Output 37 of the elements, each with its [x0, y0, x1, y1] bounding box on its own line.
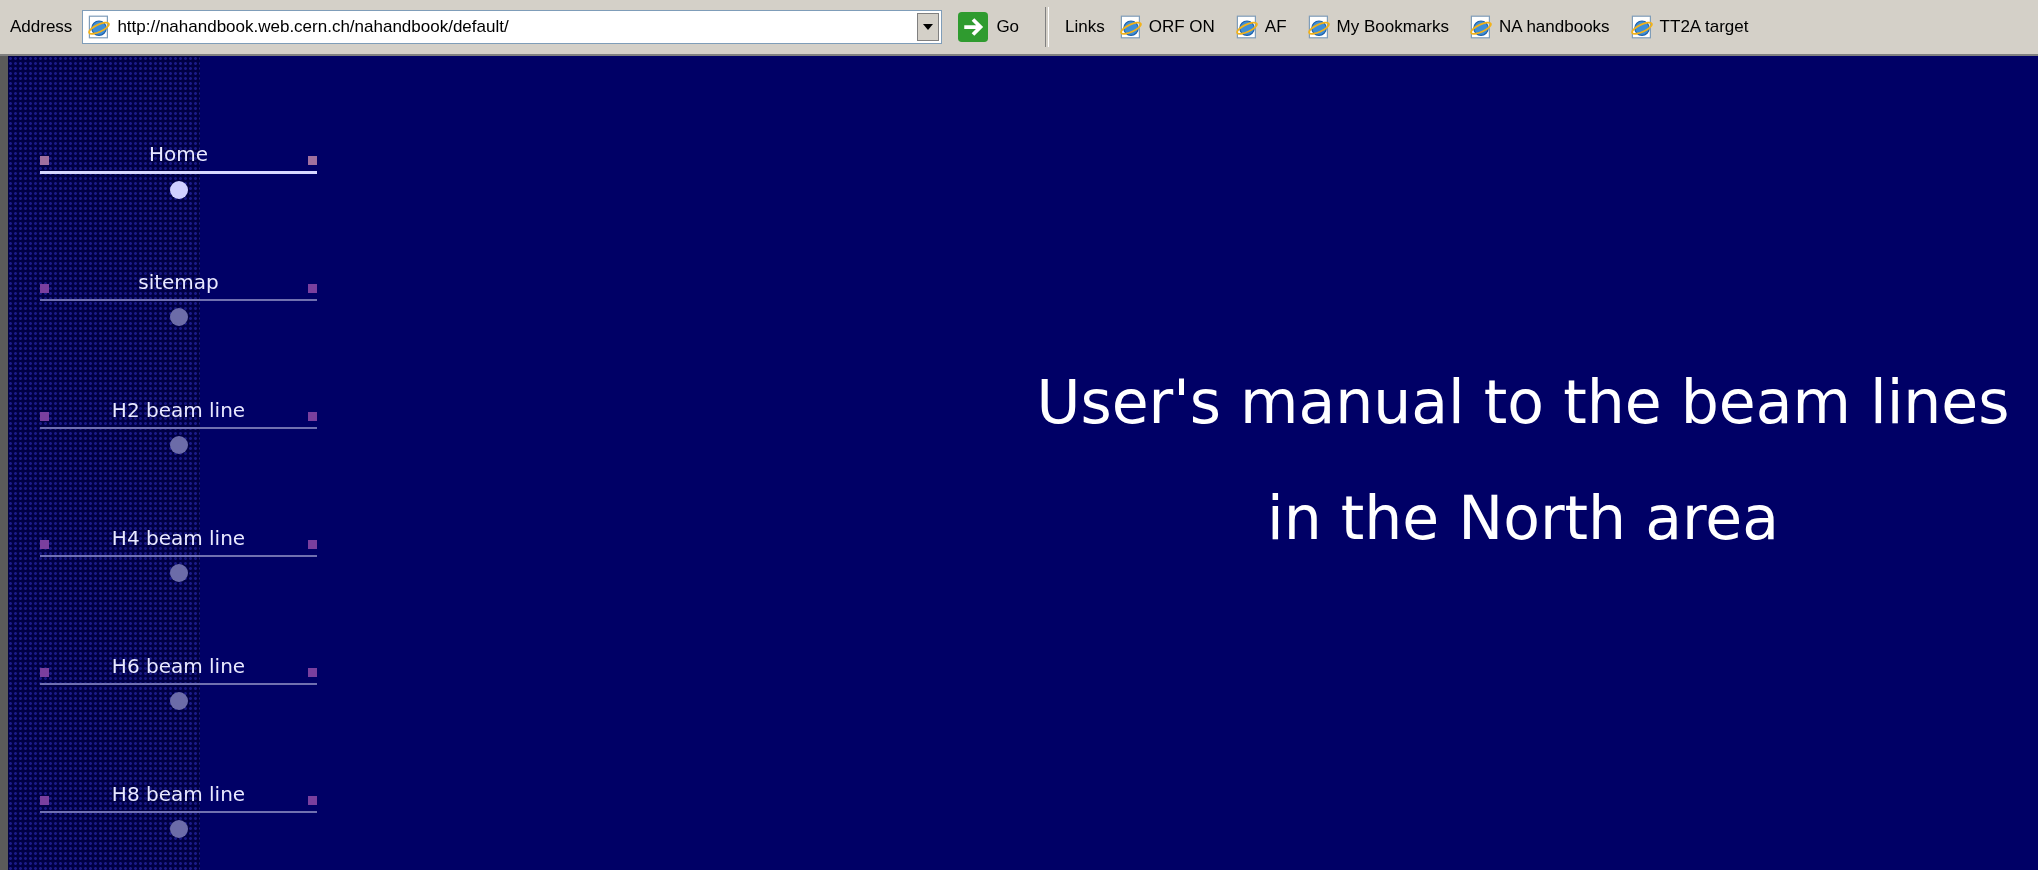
square-icon	[308, 412, 317, 421]
go-button[interactable]: Go	[950, 10, 1032, 44]
nav-link[interactable]: H4 beam line	[111, 526, 246, 555]
square-icon	[40, 156, 49, 165]
links-label: Links	[1064, 17, 1106, 37]
globe-icon	[1629, 15, 1654, 39]
globe-icon	[1118, 15, 1143, 39]
square-icon	[40, 284, 49, 293]
square-icon	[308, 668, 317, 677]
bookmark-link[interactable]: ORF ON	[1114, 13, 1223, 41]
square-icon	[308, 796, 317, 805]
globe-icon	[1234, 15, 1259, 39]
nav-link[interactable]: H2 beam line	[111, 398, 246, 427]
bookmark-link[interactable]: TT2A target	[1625, 13, 1757, 41]
caret-icon	[923, 24, 934, 30]
heading-text: in the North area	[1267, 485, 1779, 551]
globe-icon	[87, 15, 112, 39]
globe-icon	[1469, 15, 1493, 39]
nav-link[interactable]: H6 beam line	[111, 654, 246, 683]
heading-text: User's manual to the beam lines	[1036, 369, 2010, 435]
address-field[interactable]: http://nahandbook.web.cern.ch/nahandbook/default/	[82, 10, 943, 44]
bookmark-link[interactable]: My Bookmarks	[1302, 13, 1457, 41]
square-icon	[40, 668, 49, 677]
square-icon	[308, 156, 317, 165]
nav-link[interactable]: sitemap	[138, 270, 219, 299]
square-icon	[40, 412, 49, 421]
square-icon	[40, 796, 49, 805]
bookmark-link[interactable]: NA handbooks	[1465, 13, 1618, 41]
square-icon	[308, 284, 317, 293]
square-icon	[40, 540, 49, 549]
bookmark-link[interactable]: AF	[1230, 13, 1295, 41]
nav-link[interactable]: Home	[148, 142, 209, 171]
square-icon	[308, 540, 317, 549]
address-label: Address	[9, 17, 74, 37]
nav-link[interactable]: H8 beam line	[111, 782, 246, 811]
globe-icon	[1306, 15, 1331, 39]
dropdown-button[interactable]	[917, 13, 940, 41]
